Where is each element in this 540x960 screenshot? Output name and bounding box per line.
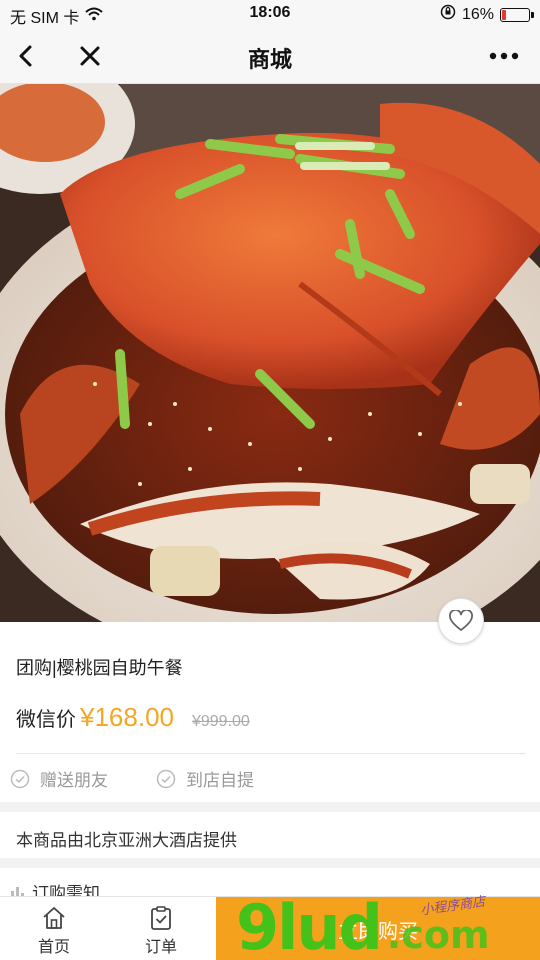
service-tags: 赠送朋友 到店自提 [10,766,254,791]
tag-label: 赠送朋友 [40,771,108,790]
divider [16,753,526,754]
tab-home[interactable]: 首页 [14,905,94,957]
orientation-lock-icon [440,4,456,25]
section-separator [0,802,540,812]
battery-percent: 16% [461,5,494,23]
page-title: 商城 [247,47,292,72]
clipboard-check-icon [151,906,171,930]
buy-now-button[interactable]: 立即购买 [216,897,540,960]
buy-now-label: 立即购买 [338,920,418,943]
section-separator [0,858,540,868]
price-label: 微信价 [16,709,76,731]
favorite-button[interactable] [438,598,484,644]
more-button[interactable] [486,38,522,74]
status-bar: 无 SIM 卡 18:06 16% [0,0,540,28]
battery-icon [500,7,534,22]
price-value: ¥168.00 [80,702,174,732]
check-circle-icon [10,769,30,788]
original-price: ¥999.00 [191,713,250,730]
price-row: 微信价 ¥168.00 ¥999.00 [16,702,250,733]
heart-icon [449,610,473,631]
check-circle-icon [156,769,176,788]
product-title: 团购|樱桃园自助午餐 [16,658,183,678]
tag-store-pickup: 到店自提 [156,766,254,791]
nav-bar: 商城 [0,28,540,84]
product-image [0,84,540,622]
home-icon [43,907,65,929]
supplier-info: 本商品由北京亚洲大酒店提供 [16,831,237,850]
tag-label: 到店自提 [186,771,254,790]
tab-home-label: 首页 [37,939,70,956]
tag-gift-friend: 赠送朋友 [10,766,108,791]
more-horizontal-icon [489,52,519,60]
tab-orders[interactable]: 订单 [121,905,201,957]
tab-orders-label: 订单 [144,939,177,956]
battery-fill [502,9,506,20]
status-right: 16% [440,4,534,25]
